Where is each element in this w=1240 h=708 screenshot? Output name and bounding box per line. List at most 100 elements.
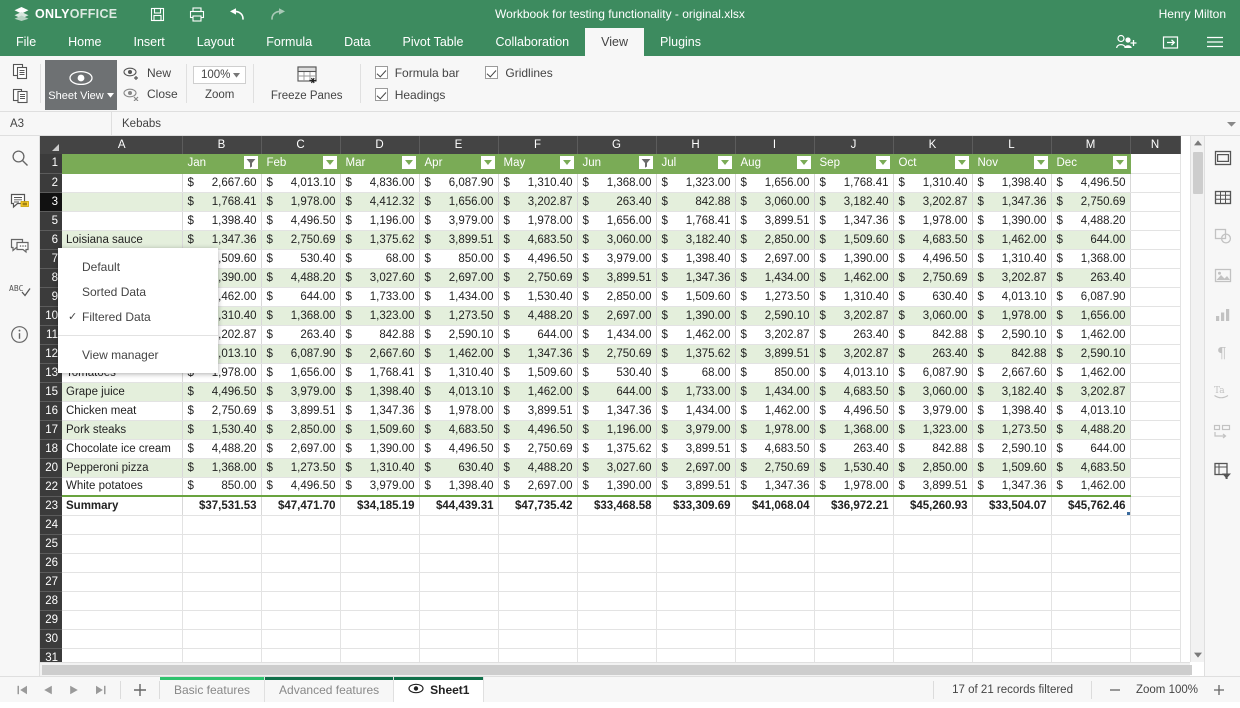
value-cell[interactable]: $1,978.00 xyxy=(972,306,1051,325)
empty-cell[interactable] xyxy=(656,629,735,648)
value-cell[interactable]: $68.00 xyxy=(656,363,735,382)
value-cell[interactable]: $263.40 xyxy=(814,439,893,458)
empty-cell[interactable] xyxy=(62,553,182,572)
row-header-16[interactable]: 16 xyxy=(40,401,62,420)
comments-icon[interactable] xyxy=(6,188,34,216)
empty-cell[interactable] xyxy=(656,515,735,534)
formula-input[interactable]: Kebabs xyxy=(112,112,1222,135)
filter-applied-icon[interactable] xyxy=(639,156,653,169)
value-cell[interactable]: $3,979.00 xyxy=(577,249,656,268)
empty-cell[interactable] xyxy=(182,515,261,534)
empty-cell[interactable] xyxy=(62,591,182,610)
value-cell[interactable]: $2,697.00 xyxy=(735,249,814,268)
value-cell[interactable]: $1,368.00 xyxy=(182,458,261,477)
formula-bar-checkbox[interactable]: Formula bar xyxy=(375,66,460,80)
value-cell[interactable]: $3,202.87 xyxy=(814,344,893,363)
empty-cell[interactable] xyxy=(419,610,498,629)
text-art-settings-icon[interactable]: Ta xyxy=(1209,378,1237,406)
empty-cell[interactable] xyxy=(419,534,498,553)
empty-cell[interactable] xyxy=(893,553,972,572)
empty-cell[interactable] xyxy=(261,534,340,553)
value-cell[interactable]: $2,697.00 xyxy=(577,306,656,325)
headings-checkbox[interactable]: Headings xyxy=(375,88,446,102)
chat-icon[interactable] xyxy=(6,232,34,260)
empty-cell[interactable] xyxy=(1130,192,1180,211)
undo-icon[interactable] xyxy=(227,4,247,24)
summary-value-cell[interactable]: $47,471.70 xyxy=(261,496,340,515)
value-cell[interactable]: $3,202.87 xyxy=(893,192,972,211)
value-cell[interactable]: $3,182.40 xyxy=(656,230,735,249)
value-cell[interactable]: $1,462.00 xyxy=(972,230,1051,249)
value-cell[interactable]: $1,462.00 xyxy=(1051,477,1130,496)
empty-cell[interactable] xyxy=(1051,629,1130,648)
value-cell[interactable]: $1,978.00 xyxy=(261,192,340,211)
filter-dropdown-icon[interactable] xyxy=(955,156,969,169)
value-cell[interactable]: $1,398.40 xyxy=(340,382,419,401)
value-cell[interactable]: $3,979.00 xyxy=(419,211,498,230)
empty-cell[interactable] xyxy=(577,591,656,610)
save-icon[interactable] xyxy=(147,4,167,24)
empty-cell[interactable] xyxy=(419,572,498,591)
empty-cell[interactable] xyxy=(1130,458,1180,477)
value-cell[interactable]: $1,390.00 xyxy=(814,249,893,268)
value-cell[interactable]: $6,087.90 xyxy=(1051,287,1130,306)
value-cell[interactable]: $4,496.50 xyxy=(182,382,261,401)
empty-cell[interactable] xyxy=(419,553,498,572)
empty-cell[interactable] xyxy=(972,515,1051,534)
value-cell[interactable]: $1,323.00 xyxy=(656,173,735,192)
summary-label-cell[interactable]: Summary xyxy=(62,496,182,515)
empty-cell[interactable] xyxy=(1130,477,1180,496)
value-cell[interactable]: $1,768.41 xyxy=(340,363,419,382)
zoom-value-dropdown[interactable]: 100% xyxy=(193,66,246,84)
summary-value-cell[interactable]: $44,439.31 xyxy=(419,496,498,515)
value-cell[interactable]: $1,462.00 xyxy=(814,268,893,287)
value-cell[interactable]: $1,273.50 xyxy=(419,306,498,325)
value-cell[interactable]: $1,509.60 xyxy=(656,287,735,306)
summary-value-cell[interactable]: $47,735.42 xyxy=(498,496,577,515)
value-cell[interactable]: $1,273.50 xyxy=(261,458,340,477)
empty-cell[interactable] xyxy=(972,629,1051,648)
empty-cell[interactable] xyxy=(1130,173,1180,192)
value-cell[interactable]: $4,013.10 xyxy=(814,363,893,382)
product-name-cell[interactable] xyxy=(62,211,182,230)
value-cell[interactable]: $1,434.00 xyxy=(577,325,656,344)
value-cell[interactable]: $4,496.50 xyxy=(1051,173,1130,192)
value-cell[interactable]: $1,347.36 xyxy=(972,477,1051,496)
value-cell[interactable]: $2,850.00 xyxy=(893,458,972,477)
row-header-20[interactable]: 20 xyxy=(40,458,62,477)
summary-value-cell[interactable]: $41,068.04 xyxy=(735,496,814,515)
empty-cell[interactable] xyxy=(577,515,656,534)
empty-cell[interactable] xyxy=(814,610,893,629)
vertical-scroll-thumb[interactable] xyxy=(1193,152,1203,194)
next-sheet-icon[interactable] xyxy=(68,684,80,696)
value-cell[interactable]: $1,273.50 xyxy=(735,287,814,306)
empty-cell[interactable] xyxy=(1130,230,1180,249)
value-cell[interactable]: $2,667.60 xyxy=(972,363,1051,382)
value-cell[interactable]: $842.88 xyxy=(656,192,735,211)
empty-cell[interactable] xyxy=(577,534,656,553)
value-cell[interactable]: $4,496.50 xyxy=(261,477,340,496)
value-cell[interactable]: $644.00 xyxy=(577,382,656,401)
table-settings-icon[interactable] xyxy=(1209,183,1237,211)
empty-cell[interactable] xyxy=(577,629,656,648)
value-cell[interactable]: $1,768.41 xyxy=(814,173,893,192)
spreadsheet-grid[interactable]: ABCDEFGHIJKLMN1JanFebMarAprMayJunJulAugS… xyxy=(40,136,1204,676)
empty-cell[interactable] xyxy=(1130,420,1180,439)
summary-value-cell[interactable]: $37,531.53 xyxy=(182,496,261,515)
empty-cell[interactable] xyxy=(972,610,1051,629)
row-header-24[interactable]: 24 xyxy=(40,515,62,534)
empty-cell[interactable] xyxy=(735,591,814,610)
value-cell[interactable]: $1,656.00 xyxy=(261,363,340,382)
value-cell[interactable]: $4,683.50 xyxy=(735,439,814,458)
tab-collaboration[interactable]: Collaboration xyxy=(479,28,585,56)
value-cell[interactable]: $1,347.36 xyxy=(735,477,814,496)
empty-cell[interactable] xyxy=(814,534,893,553)
sheet-view-button[interactable]: Sheet View xyxy=(45,60,117,110)
value-cell[interactable]: $1,368.00 xyxy=(1051,249,1130,268)
value-cell[interactable]: $4,488.20 xyxy=(261,268,340,287)
value-cell[interactable]: $1,310.40 xyxy=(340,458,419,477)
value-cell[interactable]: $1,310.40 xyxy=(419,363,498,382)
value-cell[interactable]: $1,390.00 xyxy=(972,211,1051,230)
value-cell[interactable]: $850.00 xyxy=(735,363,814,382)
value-cell[interactable]: $1,462.00 xyxy=(419,344,498,363)
